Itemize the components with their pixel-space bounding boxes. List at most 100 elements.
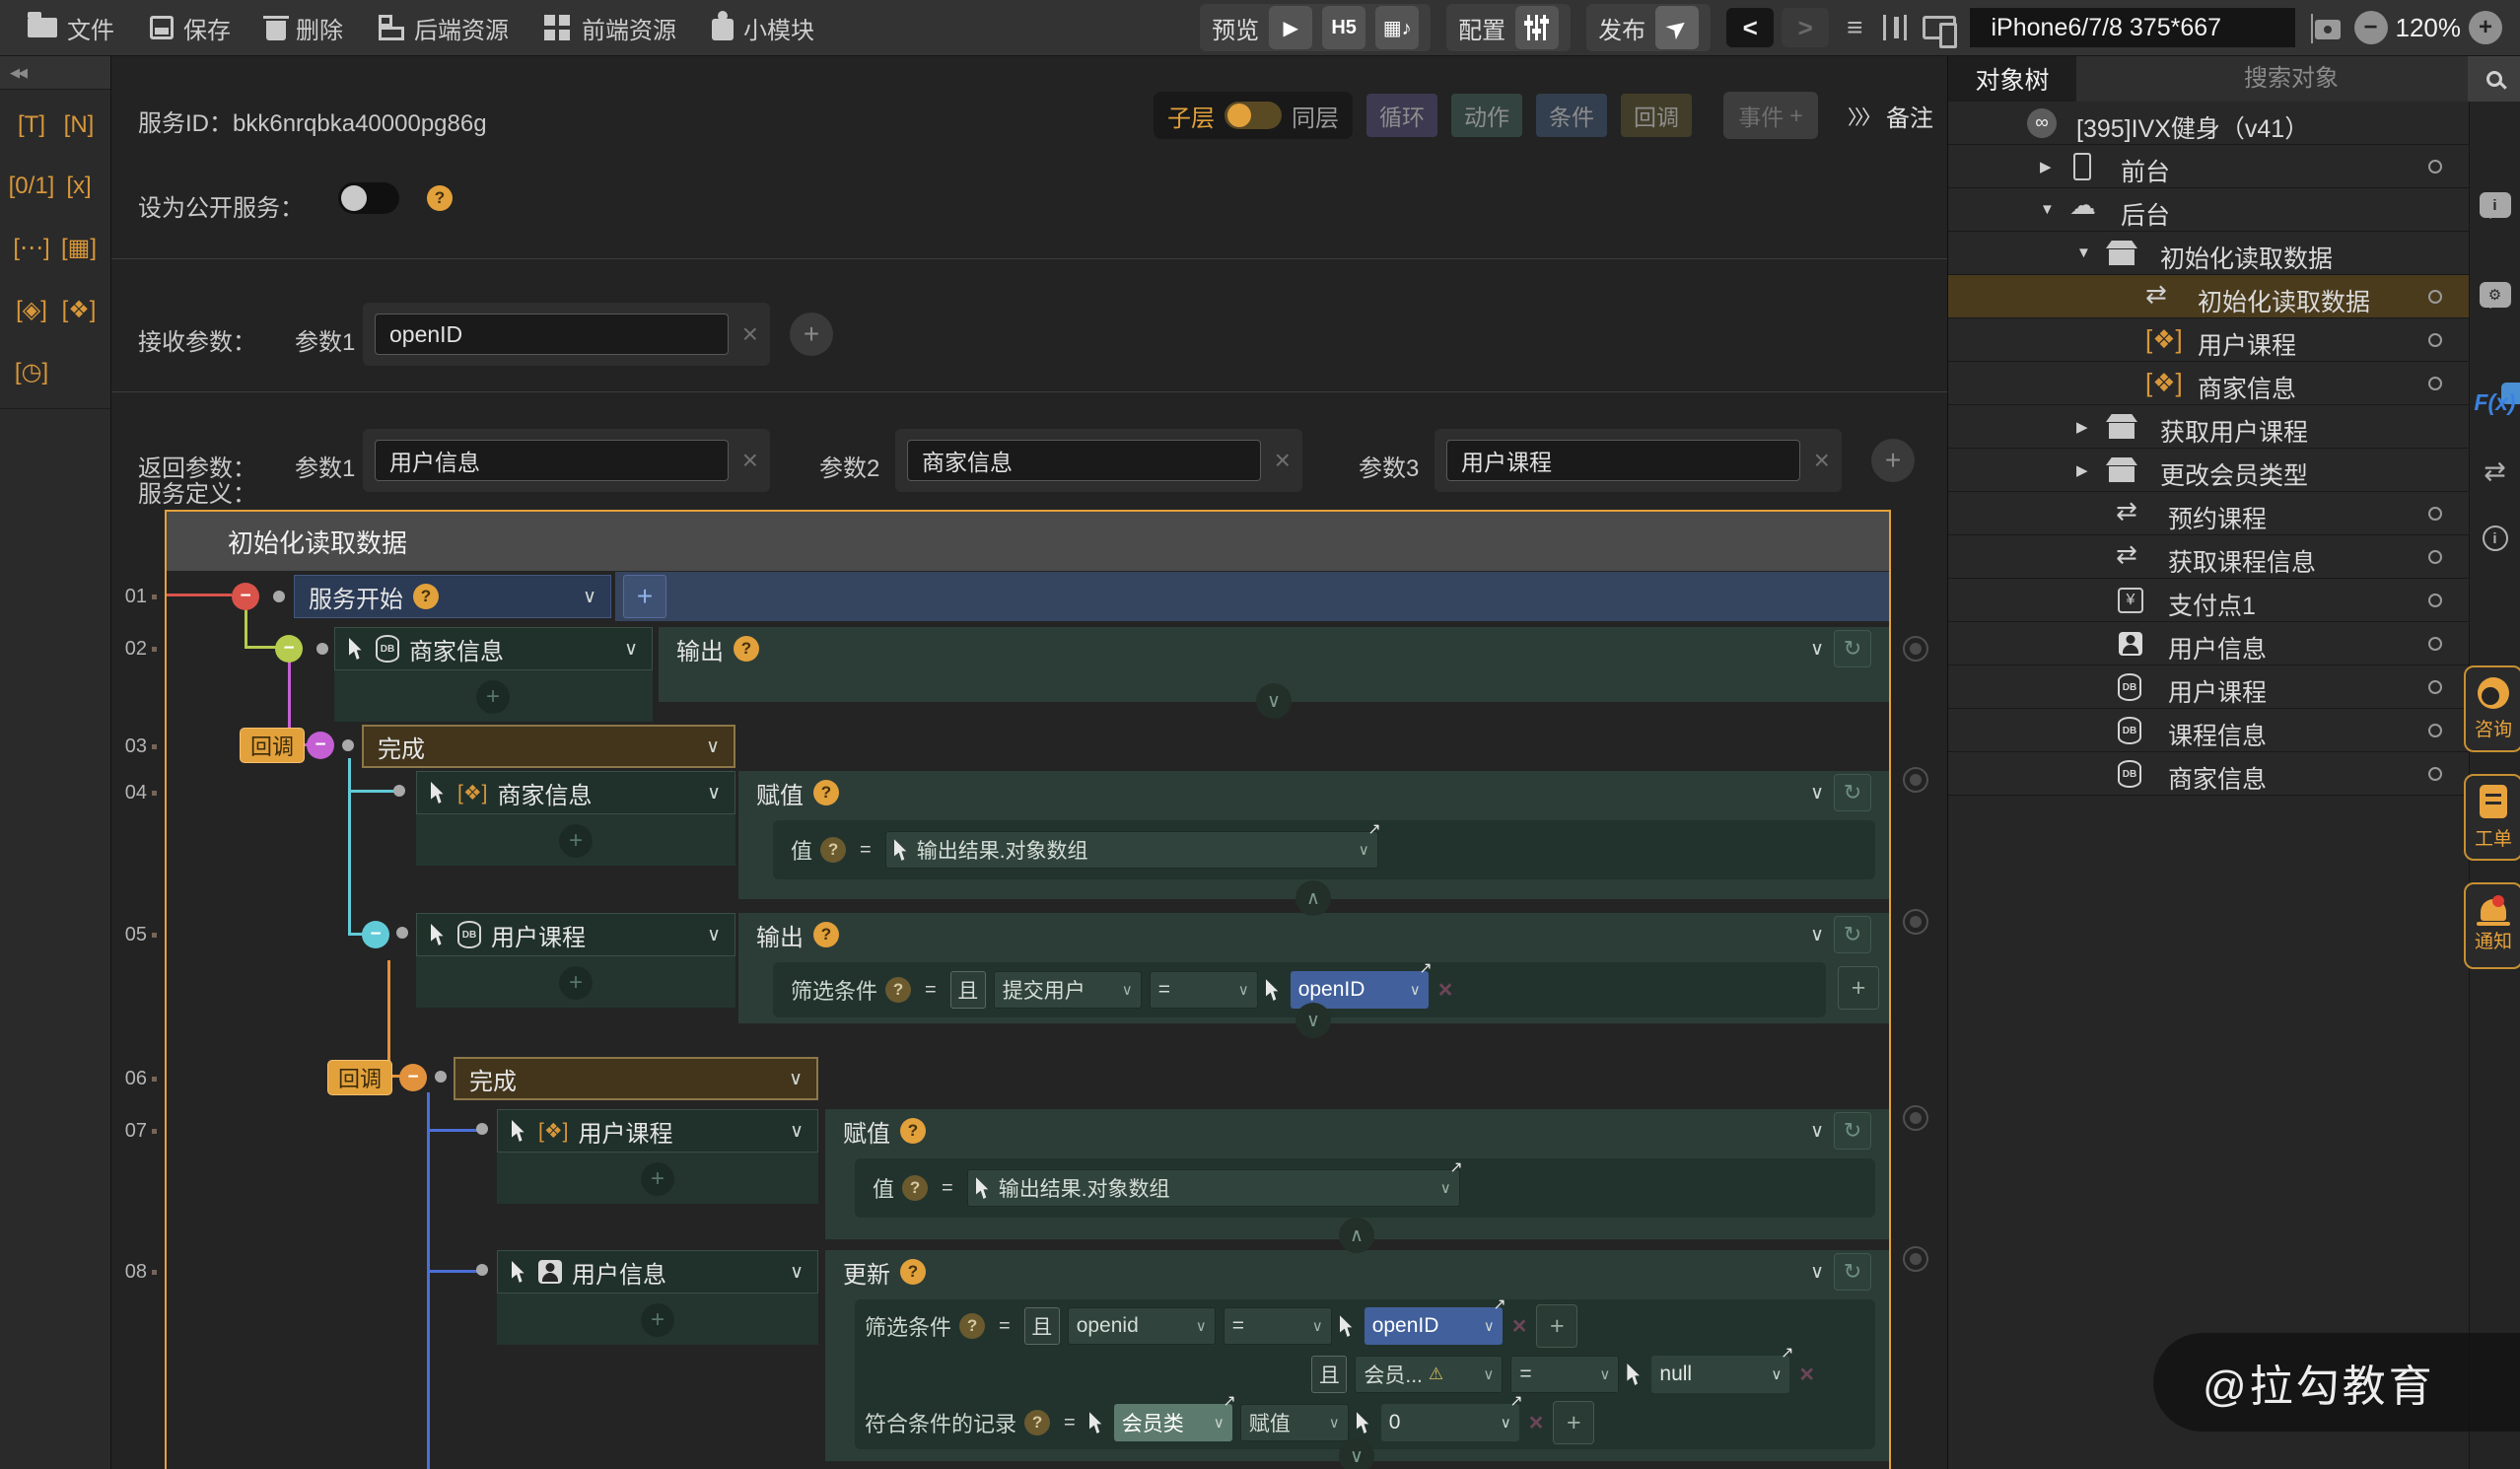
add-condition-button[interactable]: + — [1553, 1401, 1594, 1444]
add-condition-button[interactable]: + — [1536, 1304, 1577, 1348]
remove-param-icon[interactable]: × — [1814, 445, 1830, 476]
visibility-dot[interactable] — [2428, 550, 2442, 564]
node-port-dot[interactable] — [342, 739, 354, 751]
node-port-dot[interactable] — [396, 927, 408, 939]
connect-target-icon[interactable] — [1903, 1105, 1928, 1131]
collapse-branch-icon[interactable]: − — [362, 921, 389, 948]
device-mode-button[interactable] — [1923, 16, 1956, 39]
help-icon[interactable]: ? — [813, 780, 839, 805]
node-user-course-array[interactable]: [❖] 用户课程 ∨ — [497, 1109, 818, 1153]
condition-field-select[interactable]: 提交用户∨ — [994, 971, 1142, 1009]
condition-value-chip[interactable]: null∨↗ — [1651, 1356, 1789, 1393]
connect-target-icon[interactable] — [1903, 909, 1928, 935]
chevron-down-icon[interactable]: ∨ — [1810, 638, 1824, 661]
return-param1-input[interactable] — [375, 440, 729, 481]
and-chip[interactable]: 且 — [1311, 1356, 1347, 1393]
back-button[interactable]: < — [1726, 8, 1774, 47]
help-icon[interactable]: ? — [734, 636, 759, 662]
condition-button[interactable]: 条件 — [1536, 94, 1607, 137]
node-callback-done[interactable]: 完成 ∨ — [454, 1057, 818, 1100]
component-timer-icon[interactable]: [◷] — [15, 358, 48, 386]
remove-param-icon[interactable]: × — [1275, 445, 1291, 476]
condition-operator-select[interactable]: =∨ — [1510, 1356, 1619, 1393]
chevron-down-icon[interactable]: ∨ — [1810, 924, 1824, 946]
section-header[interactable]: 赋值 ? ∨ ↻ — [825, 1109, 1889, 1153]
preview-h5-button[interactable]: H5 — [1322, 6, 1365, 49]
notification-button[interactable]: 通知 — [2464, 882, 2520, 969]
tree-item-service-group[interactable]: ▼初始化读取数据 — [1948, 232, 2469, 275]
note-button[interactable]: 〉〉〉备注 — [1848, 99, 1933, 133]
callback-badge[interactable]: 回调 — [240, 728, 305, 763]
help-icon[interactable]: ? — [820, 837, 846, 863]
section-header[interactable]: 输出 ? ∨ ↻ — [659, 627, 1889, 670]
tree-item-user-info[interactable]: 用户信息 — [1948, 622, 2469, 665]
return-param3-input[interactable] — [1446, 440, 1800, 481]
service-icon[interactable]: ⇄ — [2484, 456, 2506, 487]
loop-button[interactable]: 循环 — [1366, 94, 1437, 137]
component-table-icon[interactable]: [▦] — [61, 234, 97, 262]
expand-arrow-icon[interactable]: ▶ — [2076, 418, 2088, 436]
connect-target-icon[interactable] — [1903, 1246, 1928, 1272]
condition-value-chip[interactable]: openID∨↗ — [1365, 1307, 1503, 1345]
component-object-icon[interactable]: [◈] — [16, 296, 47, 324]
node-port-dot[interactable] — [476, 1123, 488, 1135]
tree-item-app[interactable]: ∞[395]IVX健身（v41） — [1948, 102, 2469, 145]
match-target-chip[interactable]: 会员类∨↗ — [1114, 1404, 1232, 1441]
remove-condition-icon[interactable]: × — [1529, 1409, 1544, 1437]
node-port-dot[interactable] — [273, 591, 285, 602]
help-icon[interactable]: ? — [1024, 1410, 1050, 1435]
visibility-dot[interactable] — [2428, 160, 2442, 174]
tree-item-service-selected[interactable]: ⇄初始化读取数据 — [1948, 275, 2469, 318]
tree-item-merchant-info-array[interactable]: [❖]商家信息 — [1948, 362, 2469, 405]
marker-button[interactable] — [2315, 16, 2341, 39]
collapse-section-button[interactable]: ∧ — [1339, 1218, 1374, 1253]
tab-object-tree[interactable]: 对象树 — [1948, 56, 2076, 102]
condition-field-select[interactable]: 会员...⚠∨ — [1355, 1356, 1503, 1393]
condition-field-select[interactable]: openid∨ — [1068, 1307, 1216, 1345]
save-button[interactable]: 保存 — [150, 11, 231, 45]
feedback-icon[interactable]: i — [2480, 192, 2511, 218]
layer-toggle[interactable]: 子层 同层 — [1154, 92, 1353, 139]
frontend-resources-button[interactable]: 前端资源 — [544, 11, 676, 45]
collapse-branch-icon[interactable]: − — [307, 732, 334, 759]
component-boolean-icon[interactable]: [0/1] — [9, 173, 55, 200]
refresh-icon[interactable]: ↻ — [1834, 1112, 1871, 1150]
small-module-button[interactable]: 小模块 — [712, 11, 814, 45]
tree-item-payment-point[interactable]: ¥支付点1 — [1948, 579, 2469, 622]
visibility-dot[interactable] — [2428, 333, 2442, 347]
file-button[interactable]: 文件 — [28, 11, 114, 45]
node-user-info[interactable]: 用户信息 ∨ — [497, 1250, 818, 1294]
help-icon[interactable]: ? — [900, 1118, 926, 1144]
tree-item-frontend[interactable]: ▶前台 — [1948, 145, 2469, 188]
publish-button[interactable]: ➤ — [1655, 6, 1699, 49]
object-search-input[interactable] — [2244, 59, 2451, 99]
chevron-down-icon[interactable]: ∨ — [583, 586, 596, 608]
node-merchant-info-array[interactable]: [❖] 商家信息 ∨ — [416, 771, 735, 814]
chevron-down-icon[interactable]: ∨ — [707, 782, 721, 804]
component-number-icon[interactable]: [N] — [64, 111, 95, 139]
component-object-array-icon[interactable]: [❖] — [62, 296, 97, 324]
add-node-button[interactable]: + — [559, 824, 593, 858]
tree-item-user-course-array[interactable]: [❖]用户课程 — [1948, 318, 2469, 362]
backend-resources-button[interactable]: 后端资源 — [379, 11, 509, 45]
value-dropdown[interactable]: 输出结果.对象数组 ∨ ↗ — [967, 1169, 1460, 1207]
add-node-button[interactable]: + — [641, 1303, 674, 1337]
add-condition-button[interactable]: + — [1838, 966, 1879, 1010]
consult-button[interactable]: 咨询 — [2464, 665, 2520, 752]
external-link-icon[interactable]: ↗ — [1509, 1391, 1522, 1411]
expand-arrow-icon[interactable]: ▶ — [2076, 461, 2088, 479]
external-link-icon[interactable]: ↗ — [1781, 1343, 1793, 1363]
section-header[interactable]: 输出 ? ∨ ↻ — [738, 913, 1889, 956]
columns-button[interactable] — [1883, 15, 1907, 40]
chevron-down-icon[interactable]: ∨ — [790, 1261, 804, 1284]
node-service-start[interactable]: 服务开始 ? ∨ — [294, 575, 611, 618]
remove-condition-icon[interactable]: × — [1512, 1312, 1527, 1341]
add-return-param-button[interactable]: + — [1871, 439, 1915, 482]
node-callback-done[interactable]: 完成 ∨ — [362, 725, 735, 768]
help-icon[interactable]: ? — [885, 977, 911, 1003]
zoom-in-button[interactable]: + — [2469, 11, 2502, 44]
section-header[interactable]: 赋值 ? ∨ ↻ — [738, 771, 1889, 814]
add-node-button[interactable]: + — [641, 1162, 674, 1196]
callback-badge[interactable]: 回调 — [327, 1060, 392, 1095]
chevron-down-icon[interactable]: ∨ — [706, 735, 720, 758]
